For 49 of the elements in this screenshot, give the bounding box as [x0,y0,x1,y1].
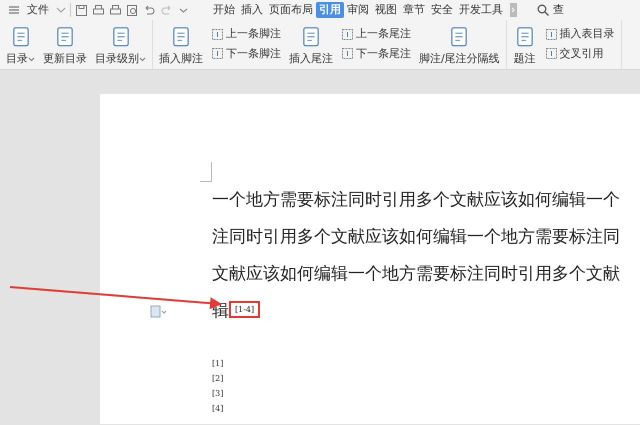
print-icon[interactable] [109,4,122,16]
dashed-box-icon [544,28,558,41]
dashed-box-icon [341,28,354,41]
menu-tab[interactable]: 审阅 [344,2,372,18]
menu-tab[interactable]: 页面布局 [266,2,316,18]
print-icon[interactable] [92,4,105,16]
document-icon[interactable] [150,305,166,318]
caret-icon [139,56,146,62]
dashed-box-icon [211,28,224,41]
text-line: 注同时引用多个文献应该如何编辑一个地方需要标注同 [212,226,621,249]
ribbon-button[interactable]: 更新目录 [43,26,87,67]
ribbon-button[interactable]: 下一条尾注 [341,46,411,62]
reference-number: [2] [212,373,224,385]
ribbon-button[interactable]: 题注 [512,26,537,67]
text-line: 一个地方需要标注同时引用多个文献应该如何编辑一个 [212,189,621,212]
ribbon-button[interactable]: 目录 [6,26,35,67]
ribbon-button[interactable]: 交叉引用 [544,46,615,62]
menu-tab[interactable]: 章节 [400,2,428,18]
search-label[interactable]: 查 [553,2,564,18]
ribbon-button[interactable]: 脚注/尾注分隔线 [419,26,500,67]
dashed-box-icon [341,47,354,60]
menu-tab[interactable]: 开始 [210,2,238,18]
ribbon-button[interactable]: 上一条脚注 [211,26,281,42]
caret-icon[interactable] [56,5,66,15]
menu-icon[interactable] [8,4,20,16]
text-line: 文献应该如何编辑一个地方需要标注同时引用多个文献 [212,263,621,286]
ribbon-button[interactable]: 插入表目录 [544,26,615,42]
citation: [1-4] [229,301,260,318]
ribbon-button[interactable]: 目录级别 [95,26,146,67]
dashed-box-icon [211,47,224,60]
menu-tab[interactable]: 插入 [238,2,266,18]
save-icon[interactable] [75,4,88,16]
undo-icon[interactable] [143,4,156,16]
reference-number: [4] [212,403,224,415]
menu-tab[interactable]: 视图 [372,2,400,18]
dashed-box-icon [544,47,558,60]
file-menu[interactable]: 文件 [24,2,52,18]
preview-icon[interactable] [126,4,139,16]
menu-tab[interactable]: 开发工具 [456,2,506,18]
ribbon-button[interactable]: 上一条尾注 [341,26,411,42]
ribbon-button[interactable]: 插入尾注 [289,26,333,67]
caret-icon [28,56,35,62]
reference-number: [3] [212,388,224,400]
menu-tab[interactable]: 安全 [428,2,456,18]
crop-mark [200,162,212,182]
reference-number: [1] [212,358,224,370]
ribbon-button[interactable]: 下一条脚注 [211,46,281,62]
ribbon-button[interactable]: 插入脚注 [159,26,203,67]
search-icon[interactable] [537,4,549,16]
